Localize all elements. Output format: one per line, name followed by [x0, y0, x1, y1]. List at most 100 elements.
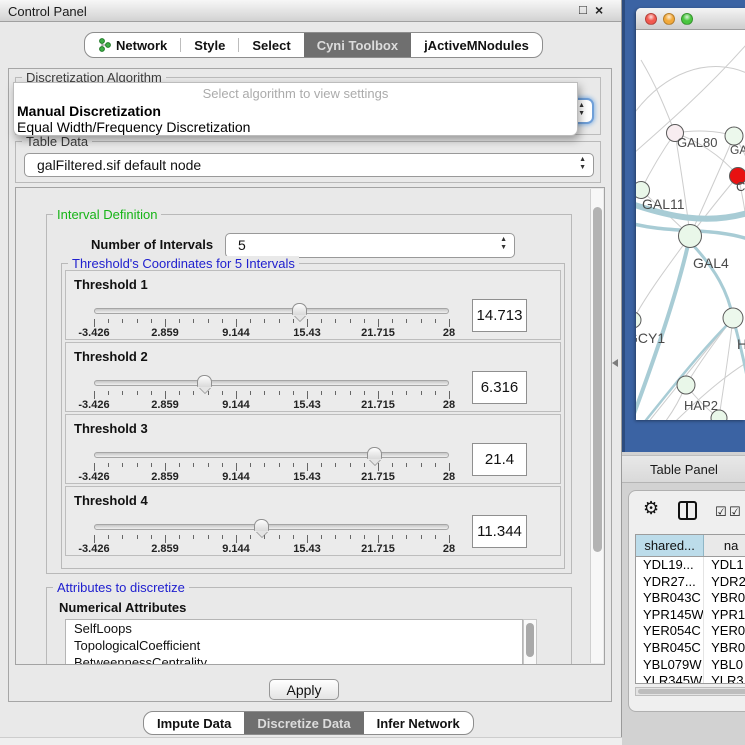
- table-row[interactable]: YER054CYER0: [636, 623, 745, 640]
- numerical-attributes-list[interactable]: SelfLoopsTopologicalCoefficientBetweenne…: [65, 619, 523, 665]
- tick-mark: [321, 319, 322, 323]
- scrollbar-thumb[interactable]: [593, 207, 602, 552]
- tick-mark: [350, 391, 351, 395]
- table-data-combobox[interactable]: galFiltered.sif default node ▲▼: [24, 153, 594, 177]
- tick-mark: [350, 535, 351, 539]
- network-node[interactable]: [677, 376, 695, 394]
- dropdown-option-equal-width-frequency[interactable]: Equal Width/Frequency Discretization: [17, 119, 250, 135]
- tick-mark: [378, 391, 379, 399]
- list-item-betweennesscentrality[interactable]: BetweennessCentrality: [66, 654, 522, 665]
- split-columns-icon[interactable]: [678, 501, 697, 520]
- checkbox-icon[interactable]: ☑: [729, 504, 741, 520]
- tick-mark: [421, 463, 422, 467]
- threshold-label: Threshold 2: [74, 349, 148, 364]
- table-horizontal-scrollbar[interactable]: [635, 687, 745, 696]
- tab-infer-network[interactable]: Infer Network: [364, 712, 473, 734]
- slider-thumb-icon[interactable]: [292, 303, 307, 315]
- cell-shared-name: YBR043C: [636, 590, 704, 607]
- table-row[interactable]: YLR345WYLR3: [636, 673, 745, 684]
- list-item-topologicalcoefficient[interactable]: TopologicalCoefficient: [66, 637, 522, 654]
- threshold-slider[interactable]: [94, 452, 449, 458]
- tick-mark: [236, 319, 237, 327]
- network-canvas[interactable]: GAL80GACGAL11GAL4GCY1HHAP2: [636, 30, 745, 420]
- tick-label: 2.859: [151, 543, 179, 555]
- table-panel-titlebar[interactable]: Table Panel: [622, 455, 745, 483]
- tab-label: Infer Network: [377, 716, 460, 731]
- threshold-value-field[interactable]: 11.344: [472, 515, 527, 548]
- dropdown-option-manual-discretization[interactable]: Manual Discretization: [17, 103, 161, 119]
- threshold-slider[interactable]: [94, 380, 449, 386]
- scrollbar-thumb[interactable]: [526, 623, 534, 657]
- close-traffic-light[interactable]: [645, 13, 657, 25]
- network-node[interactable]: [723, 308, 743, 328]
- panel-divider-arrow[interactable]: [612, 359, 618, 367]
- float-window-icon[interactable]: □: [579, 2, 587, 17]
- checkbox-icon[interactable]: ☑: [715, 504, 727, 520]
- network-node[interactable]: [636, 312, 641, 328]
- tick-label: 21.715: [361, 399, 395, 411]
- tab-network[interactable]: Network: [85, 33, 180, 57]
- tick-mark: [151, 319, 152, 323]
- table-row[interactable]: YBR045CYBR0: [636, 640, 745, 657]
- gear-icon[interactable]: ⚙: [643, 498, 659, 519]
- slider-thumb-icon[interactable]: [197, 375, 212, 387]
- tick-mark: [279, 391, 280, 395]
- threshold-label: Threshold 3: [74, 421, 148, 436]
- slider-tick-labels: -3.4262.8599.14415.4321.71528: [94, 327, 449, 339]
- column-header-name[interactable]: na: [704, 535, 745, 556]
- threshold-value-field[interactable]: 14.713: [472, 299, 527, 332]
- tick-mark: [122, 535, 123, 539]
- minimize-traffic-light[interactable]: [663, 13, 675, 25]
- tick-mark: [208, 319, 209, 323]
- tick-label: 28: [443, 327, 455, 339]
- scrollbar-thumb[interactable]: [638, 689, 745, 694]
- settings-vertical-scrollbar[interactable]: [590, 189, 603, 663]
- threshold-value-field[interactable]: 21.4: [472, 443, 527, 476]
- list-item-selfloops[interactable]: SelfLoops: [66, 620, 522, 637]
- slider-thumb-icon[interactable]: [367, 447, 382, 459]
- threshold-slider[interactable]: [94, 524, 449, 530]
- zoom-traffic-light[interactable]: [681, 13, 693, 25]
- slider-thumb-icon[interactable]: [254, 519, 269, 531]
- cell-shared-name: YBL079W: [636, 657, 704, 674]
- threshold-slider[interactable]: [94, 308, 449, 314]
- table-row[interactable]: YBL079WYBL0: [636, 657, 745, 674]
- tick-label: 28: [443, 471, 455, 483]
- network-window-titlebar[interactable]: [636, 8, 745, 30]
- threshold-value-field[interactable]: 6.316: [472, 371, 527, 404]
- tick-mark: [179, 463, 180, 467]
- dropdown-placeholder-item[interactable]: Select algorithm to view settings: [14, 86, 577, 101]
- tick-mark: [193, 463, 194, 467]
- tab-select[interactable]: Select: [239, 33, 303, 57]
- tick-mark: [392, 391, 393, 395]
- tick-mark: [279, 463, 280, 467]
- tab-jactivemnodules[interactable]: jActiveMNodules: [411, 33, 542, 57]
- table-row[interactable]: YDL19...YDL1: [636, 557, 745, 574]
- number-of-intervals-value: 5: [238, 237, 246, 253]
- tick-label: 15.43: [293, 327, 321, 339]
- control-panel-title: Control Panel: [8, 4, 87, 19]
- network-node[interactable]: [679, 225, 702, 248]
- tab-impute-data[interactable]: Impute Data: [144, 712, 244, 734]
- close-icon[interactable]: ×: [595, 2, 603, 18]
- network-icon: [98, 38, 111, 52]
- table-row[interactable]: YDR27...YDR2: [636, 574, 745, 591]
- table-row[interactable]: YBR043CYBR0: [636, 590, 745, 607]
- cell-shared-name: YLR345W: [636, 673, 704, 684]
- attributes-list-scrollbar[interactable]: [523, 619, 537, 665]
- tab-style[interactable]: Style: [181, 33, 238, 57]
- tick-label: 2.859: [151, 399, 179, 411]
- tab-discretize-data[interactable]: Discretize Data: [244, 712, 363, 734]
- column-header-shared-name[interactable]: shared...: [636, 535, 704, 556]
- tab-cyni-toolbox[interactable]: Cyni Toolbox: [304, 33, 411, 57]
- settings-scroll-area: Interval Definition Number of Intervals …: [15, 187, 605, 665]
- control-panel: Control Panel □ × NetworkStyleSelectCyni…: [0, 0, 622, 745]
- number-of-intervals-combobox[interactable]: 5 ▲▼: [225, 233, 515, 258]
- node-label-gal11: GAL11: [642, 196, 685, 212]
- node-label-hap2: HAP2: [684, 398, 718, 413]
- tick-label: 15.43: [293, 399, 321, 411]
- table-row[interactable]: YPR145WYPR1: [636, 607, 745, 624]
- table-body: YDL19...YDL1YDR27...YDR2YBR043CYBR0YPR14…: [636, 557, 745, 684]
- cell-shared-name: YPR145W: [636, 607, 704, 624]
- apply-button[interactable]: Apply: [269, 679, 339, 700]
